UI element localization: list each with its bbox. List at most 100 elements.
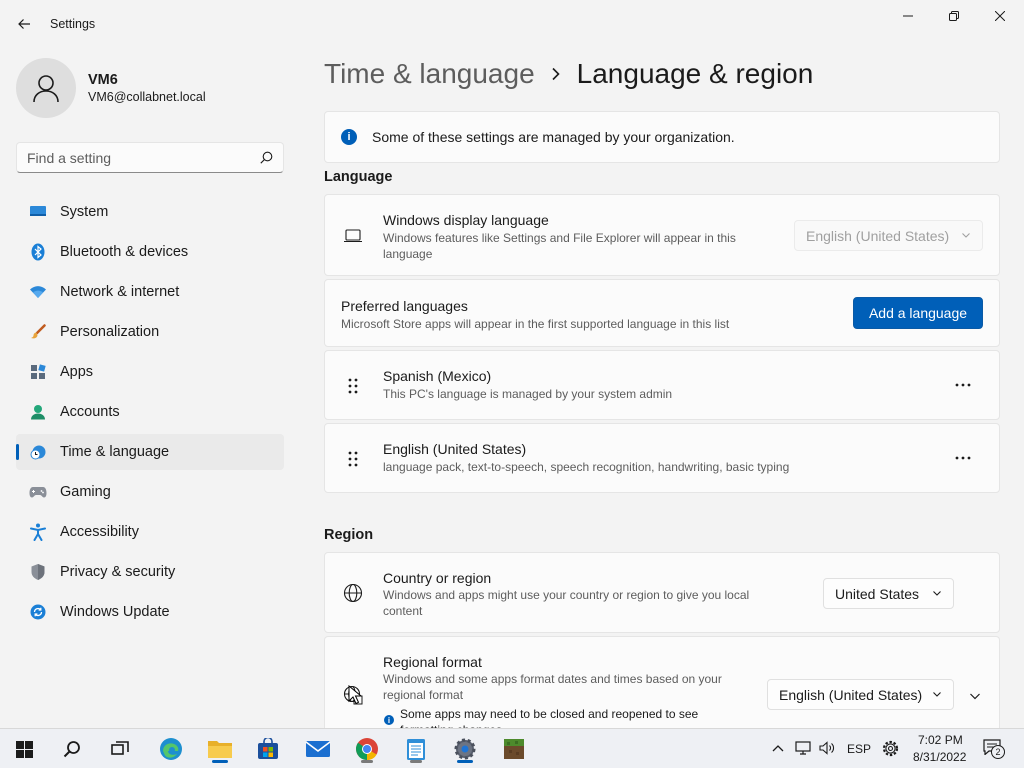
restore-icon <box>949 11 959 21</box>
folder-icon <box>208 741 232 758</box>
wifi-icon <box>28 282 48 302</box>
preferred-languages-title: Preferred languages <box>341 298 468 314</box>
brush-icon <box>28 322 48 342</box>
country-region-dropdown[interactable]: United States <box>823 578 954 609</box>
close-icon <box>995 11 1005 21</box>
maximize-button[interactable] <box>931 4 977 28</box>
section-title-region: Region <box>324 527 374 543</box>
globe-icon <box>341 581 365 605</box>
display-language-value: English (United States) <box>806 227 950 244</box>
sidebar-item-label: Time & language <box>60 444 170 460</box>
notepad-icon <box>407 739 425 760</box>
language-item[interactable]: English (United States) language pack, t… <box>324 423 1000 493</box>
sidebar-item-label: Accessibility <box>60 524 139 540</box>
notepad-button[interactable] <box>400 733 432 765</box>
file-explorer-button[interactable] <box>204 733 236 765</box>
minecraft-button[interactable] <box>498 733 530 765</box>
sidebar-item-label: Accounts <box>60 404 120 420</box>
clock-time[interactable]: 7:02 PM <box>918 733 963 747</box>
display-language-card: Windows display language Windows feature… <box>324 194 1000 276</box>
chevron-down-icon <box>933 591 941 596</box>
sidebar-item-label: Personalization <box>60 324 160 340</box>
chrome-button[interactable] <box>351 733 383 765</box>
country-region-card: Country or region Windows and apps might… <box>324 552 1000 633</box>
sidebar-item-personalization[interactable]: Personalization <box>16 314 284 350</box>
settings-gear-icon[interactable] <box>882 740 899 757</box>
minecraft-icon <box>504 739 524 759</box>
breadcrumb-parent[interactable]: Time & language <box>324 58 535 90</box>
notification-count-badge: 2 <box>991 745 1005 759</box>
sidebar-nav: System Bluetooth & devices Network & int… <box>16 194 284 634</box>
regional-format-description: Windows and some apps format dates and t… <box>383 672 722 702</box>
country-region-description: Windows and apps might use your country … <box>383 588 750 618</box>
mouse-cursor-icon <box>348 685 362 705</box>
sidebar-item-label: Bluetooth & devices <box>60 244 189 260</box>
task-view-icon <box>111 741 129 755</box>
mail-button[interactable] <box>302 733 334 765</box>
system-icon <box>28 202 48 222</box>
network-icon[interactable] <box>795 741 811 755</box>
sidebar-item-privacy[interactable]: Privacy & security <box>16 554 284 590</box>
sidebar-item-system[interactable]: System <box>16 194 284 230</box>
clock-date[interactable]: 8/31/2022 <box>913 750 966 764</box>
bluetooth-icon <box>28 242 48 262</box>
sidebar-item-accessibility[interactable]: Accessibility <box>16 514 284 550</box>
language-item[interactable]: Spanish (Mexico) This PC's language is m… <box>324 350 1000 420</box>
regional-format-dropdown[interactable]: English (United States) <box>767 679 954 710</box>
back-arrow-icon <box>18 19 30 29</box>
sidebar-item-time-language[interactable]: Time & language <box>16 434 284 470</box>
language-detail: This PC's language is managed by your sy… <box>383 387 673 401</box>
more-options-button[interactable] <box>953 448 973 468</box>
regional-format-card[interactable]: Regional format Windows and some apps fo… <box>324 636 1000 728</box>
user-icon <box>33 75 59 103</box>
sidebar-item-apps[interactable]: Apps <box>16 354 284 390</box>
sidebar-item-accounts[interactable]: Accounts <box>16 394 284 430</box>
drag-handle-icon[interactable] <box>341 447 365 471</box>
minimize-button[interactable] <box>885 4 931 28</box>
sidebar-item-label: Apps <box>60 364 94 380</box>
sidebar-item-gaming[interactable]: Gaming <box>16 474 284 510</box>
sidebar-item-windows-update[interactable]: Windows Update <box>16 594 284 630</box>
settings-gear-icon <box>454 738 476 760</box>
settings-button[interactable] <box>449 733 481 765</box>
display-language-description: Windows features like Settings and File … <box>383 231 736 261</box>
sidebar-item-network[interactable]: Network & internet <box>16 274 284 310</box>
breadcrumb: Time & language Language & region <box>324 58 813 90</box>
sidebar-item-label: Network & internet <box>60 284 180 300</box>
close-button[interactable] <box>977 4 1023 28</box>
add-language-button[interactable]: Add a language <box>853 297 983 329</box>
back-button[interactable] <box>12 12 36 36</box>
search-box[interactable] <box>16 142 284 173</box>
info-icon: i <box>384 715 394 725</box>
volume-icon[interactable] <box>819 741 835 755</box>
display-language-dropdown[interactable]: English (United States) <box>794 220 983 251</box>
start-button[interactable] <box>8 733 40 765</box>
drag-handle-icon[interactable] <box>341 374 365 398</box>
sidebar-item-label: System <box>60 204 109 220</box>
language-name: English (United States) <box>383 441 527 457</box>
display-language-title: Windows display language <box>383 212 549 228</box>
taskbar-search-button[interactable] <box>56 733 88 765</box>
edge-button[interactable] <box>155 733 187 765</box>
expand-button[interactable] <box>967 688 983 704</box>
show-hidden-icons-icon[interactable] <box>772 743 784 753</box>
input-language-indicator[interactable]: ESP <box>847 742 871 756</box>
gamepad-icon <box>28 482 48 502</box>
sidebar-item-label: Gaming <box>60 484 111 500</box>
info-icon: i <box>341 129 357 145</box>
store-button[interactable] <box>252 733 284 765</box>
sidebar-item-bluetooth[interactable]: Bluetooth & devices <box>16 234 284 270</box>
more-options-button[interactable] <box>953 375 973 395</box>
task-view-button[interactable] <box>104 733 136 765</box>
search-icon <box>63 741 80 758</box>
user-profile[interactable]: VM6 VM6@collabnet.local <box>16 58 206 118</box>
preferred-languages-description: Microsoft Store apps will appear in the … <box>341 317 730 331</box>
chevron-down-icon <box>970 693 980 700</box>
language-detail: language pack, text-to-speech, speech re… <box>383 460 790 474</box>
accessibility-icon <box>28 522 48 542</box>
apps-icon <box>28 362 48 382</box>
notification-center-button[interactable]: 2 <box>983 739 1007 759</box>
search-input[interactable] <box>27 149 260 166</box>
chevron-down-icon <box>933 692 941 697</box>
laptop-icon <box>341 224 365 248</box>
